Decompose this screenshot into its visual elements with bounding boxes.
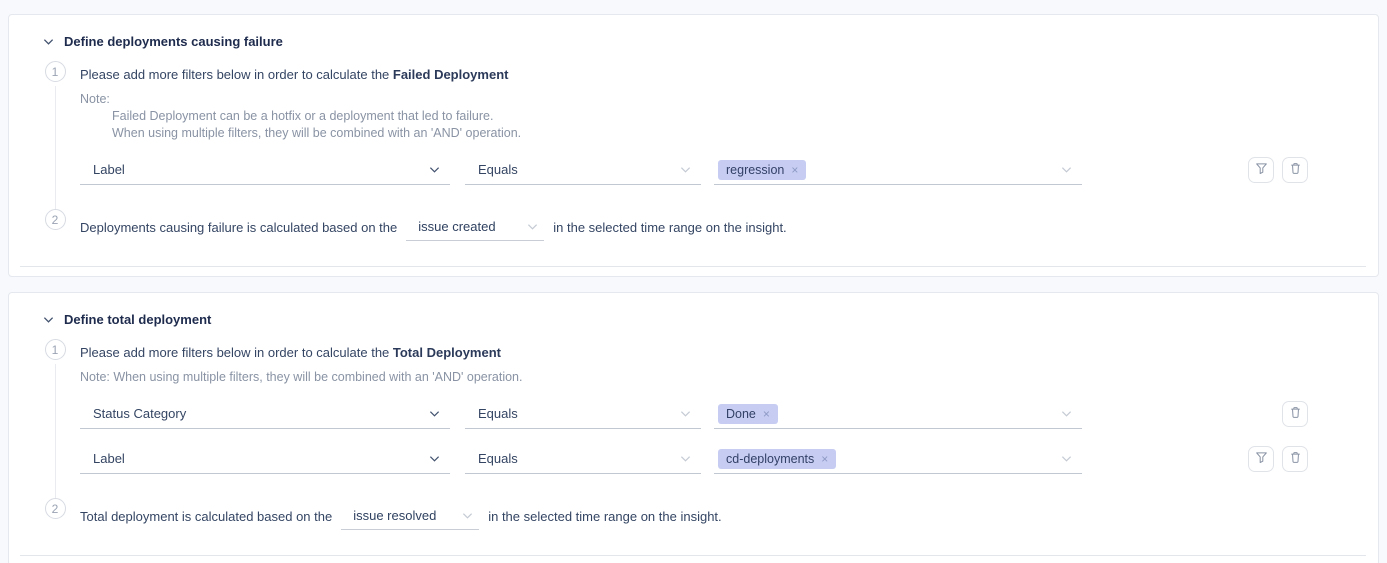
- delete-filter-button[interactable]: [1282, 446, 1308, 472]
- chevron-down-icon: [1061, 455, 1072, 463]
- operator-select-value: Equals: [478, 451, 518, 466]
- chevron-down-icon: [1061, 410, 1072, 418]
- operator-select[interactable]: Equals: [465, 399, 701, 429]
- operator-select-value: Equals: [478, 406, 518, 421]
- field-select[interactable]: Label: [80, 444, 450, 474]
- field-select[interactable]: Label: [80, 155, 450, 185]
- step-instruction: Please add more filters below in order t…: [80, 339, 1343, 363]
- trash-icon: [1289, 162, 1302, 178]
- field-select[interactable]: Status Category: [80, 399, 450, 429]
- chevron-down-icon: [429, 166, 440, 174]
- chevron-down-icon: [462, 512, 473, 520]
- step-2: 2 Deployments causing failure is calcula…: [44, 209, 1343, 235]
- panel-header: Define deployments causing failure: [9, 15, 1378, 49]
- calculation-sentence: Total deployment is calculated based on …: [80, 498, 1343, 524]
- operator-select[interactable]: Equals: [465, 444, 701, 474]
- event-type-select-value: issue created: [418, 219, 495, 234]
- note-label: Note:: [80, 91, 1343, 108]
- step-instruction: Please add more filters below in order t…: [80, 61, 1343, 85]
- failed-deployment-panel: Define deployments causing failure 1 Ple…: [8, 14, 1379, 277]
- event-type-select-value: issue resolved: [353, 508, 436, 523]
- value-chip: regression ×: [718, 160, 806, 180]
- step-1: 1 Please add more filters below in order…: [44, 339, 1343, 498]
- remove-value-icon[interactable]: ×: [763, 407, 770, 421]
- chevron-down-icon: [1061, 166, 1072, 174]
- filter-options-button[interactable]: [1248, 446, 1274, 472]
- filter-row: Label Equals: [80, 155, 1308, 185]
- chevron-down-icon: [429, 455, 440, 463]
- total-deployment-panel: Define total deployment 1 Please add mor…: [8, 292, 1379, 563]
- step-connector-line: [55, 364, 56, 498]
- step-1: 1 Please add more filters below in order…: [44, 61, 1343, 209]
- values-select[interactable]: Done ×: [714, 399, 1082, 429]
- chevron-down-icon: [680, 410, 691, 418]
- event-type-select[interactable]: issue created: [406, 219, 544, 241]
- operator-select[interactable]: Equals: [465, 155, 701, 185]
- chevron-down-icon: [429, 410, 440, 418]
- note-line: When using multiple filters, they will b…: [80, 125, 1343, 142]
- delete-filter-button[interactable]: [1282, 401, 1308, 427]
- chevron-down-icon: [527, 223, 538, 231]
- field-select-value: Label: [93, 451, 125, 466]
- filter-row: Status Category Equals: [80, 399, 1308, 429]
- step-number-badge: 2: [45, 209, 66, 230]
- trash-icon: [1289, 451, 1302, 467]
- step-2: 2 Total deployment is calculated based o…: [44, 498, 1343, 524]
- panel-title: Define total deployment: [64, 312, 211, 327]
- values-select[interactable]: regression ×: [714, 155, 1082, 185]
- value-chip-label: Done: [726, 407, 756, 421]
- filter-row: Label Equals: [80, 444, 1308, 474]
- remove-value-icon[interactable]: ×: [821, 452, 828, 466]
- value-chip: cd-deployments ×: [718, 449, 836, 469]
- trash-icon: [1289, 406, 1302, 422]
- chevron-down-icon: [680, 166, 691, 174]
- operator-select-value: Equals: [478, 162, 518, 177]
- remove-value-icon[interactable]: ×: [791, 163, 798, 177]
- step-connector-line: [55, 86, 56, 209]
- value-chip-label: cd-deployments: [726, 452, 814, 466]
- funnel-icon: [1255, 451, 1268, 467]
- values-select[interactable]: cd-deployments ×: [714, 444, 1082, 474]
- value-chip-label: regression: [726, 163, 784, 177]
- step-number-badge: 1: [45, 339, 66, 360]
- field-select-value: Label: [93, 162, 125, 177]
- calculation-sentence: Deployments causing failure is calculate…: [80, 209, 1343, 235]
- filter-options-button[interactable]: [1248, 157, 1274, 183]
- delete-filter-button[interactable]: [1282, 157, 1308, 183]
- panel-header: Define total deployment: [9, 293, 1378, 327]
- note-line: Failed Deployment can be a hotfix or a d…: [80, 108, 1343, 125]
- step-number-badge: 2: [45, 498, 66, 519]
- chevron-down-icon: [680, 455, 691, 463]
- step-number-badge: 1: [45, 61, 66, 82]
- field-select-value: Status Category: [93, 406, 186, 421]
- funnel-icon: [1255, 162, 1268, 178]
- value-chip: Done ×: [718, 404, 778, 424]
- chevron-down-icon[interactable]: [43, 38, 54, 46]
- note-line: Note: When using multiple filters, they …: [80, 369, 1343, 386]
- chevron-down-icon[interactable]: [43, 316, 54, 324]
- panel-title: Define deployments causing failure: [64, 34, 283, 49]
- event-type-select[interactable]: issue resolved: [341, 508, 479, 530]
